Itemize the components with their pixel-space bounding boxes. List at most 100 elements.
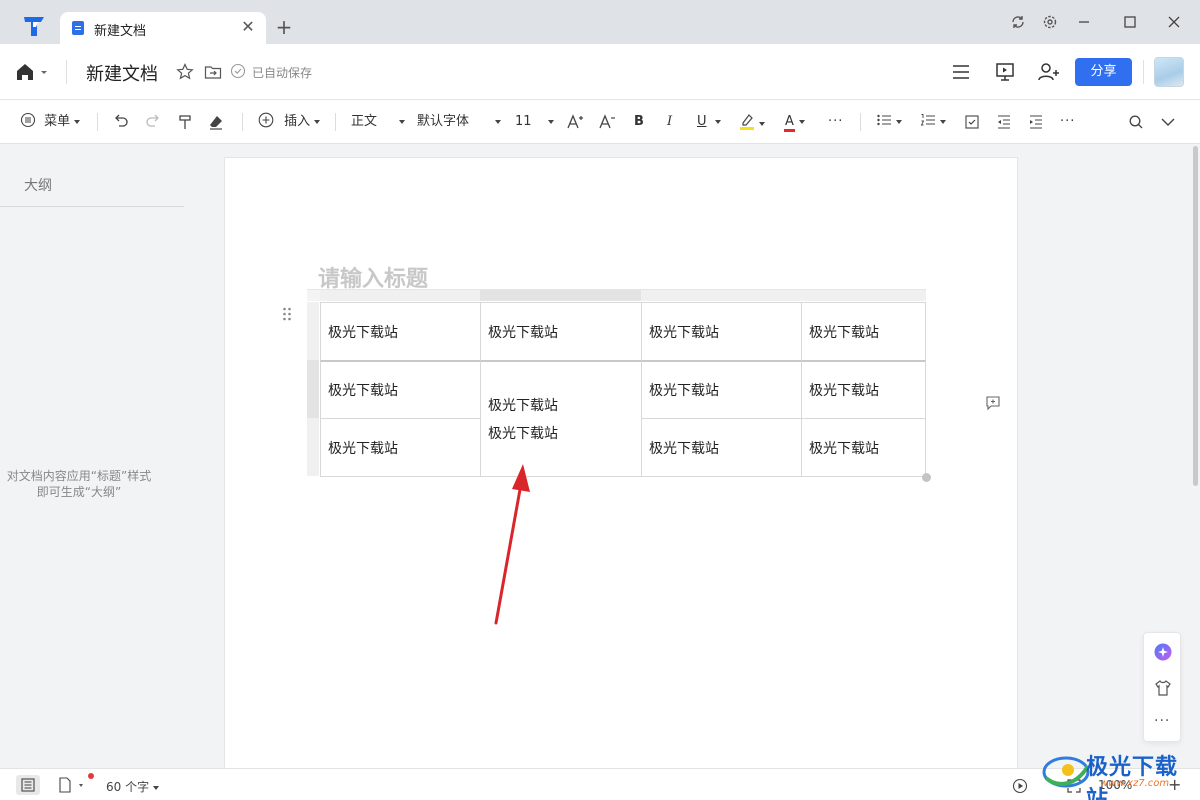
table-row-selector[interactable] — [307, 418, 319, 476]
table-cell[interactable]: 极光下载站 — [641, 418, 802, 477]
cell-text: 极光下载站 — [809, 383, 879, 399]
table-row-selector[interactable] — [307, 302, 319, 360]
table-cell[interactable]: 极光下载站 — [320, 418, 481, 477]
table-cell[interactable]: 极光下载站 — [801, 360, 926, 419]
outline-menu-icon[interactable] — [950, 61, 972, 83]
underline-button[interactable]: U — [697, 112, 721, 132]
table-resize-handle[interactable] — [922, 473, 931, 482]
drag-handle-icon[interactable] — [281, 306, 293, 322]
cell-text: 极光下载站 — [649, 325, 719, 341]
numbered-list-button[interactable] — [920, 112, 946, 132]
bold-button[interactable]: B — [634, 112, 644, 132]
more-format-button[interactable]: ··· — [828, 112, 843, 132]
word-count-value: 60 个字 — [106, 780, 150, 794]
increase-indent-icon[interactable] — [1028, 112, 1044, 132]
document-title[interactable]: 新建文档 — [86, 60, 158, 86]
cell-text: 极光下载站 — [328, 383, 398, 399]
sync-icon[interactable] — [1008, 12, 1028, 32]
title-bar: 新建文档 ✕ + — [0, 0, 1200, 44]
format-painter-icon[interactable] — [176, 112, 194, 132]
tab-close-icon[interactable]: ✕ — [238, 17, 258, 37]
font-size-select[interactable]: 11 — [515, 112, 554, 132]
paragraph-style-select[interactable]: 正文 — [351, 112, 406, 132]
settings-gear-icon[interactable] — [1040, 12, 1060, 32]
table-cell[interactable]: 极光下载站 — [480, 302, 642, 361]
table-cell[interactable]: 极光下载站 — [641, 360, 802, 419]
outline-title: 大纲 — [24, 178, 52, 194]
more-tools-button[interactable]: ··· — [1154, 713, 1170, 729]
table-column-selector[interactable] — [320, 289, 480, 301]
undo-icon[interactable] — [112, 112, 130, 132]
divider — [335, 113, 336, 131]
menu-button[interactable]: 菜单 — [20, 112, 81, 132]
scrollbar[interactable] — [1193, 146, 1198, 486]
table-column-selector[interactable] — [641, 289, 801, 301]
highlight-color-button[interactable] — [739, 112, 765, 132]
font-color-button[interactable]: A — [784, 112, 805, 132]
maximize-icon[interactable] — [1120, 12, 1140, 32]
document-icon — [72, 21, 84, 35]
clear-format-eraser-icon[interactable] — [207, 112, 225, 132]
cell-text: 极光下载站 — [328, 441, 398, 457]
window-close-icon[interactable] — [1164, 12, 1184, 32]
tab-document[interactable]: 新建文档 ✕ — [60, 12, 266, 44]
move-to-folder-icon[interactable] — [203, 62, 223, 82]
table-cell[interactable]: 极光下载站 — [801, 302, 926, 361]
cell-text: 极光下载站 — [488, 426, 558, 442]
divider — [860, 113, 861, 131]
watermark-text: 极光下载站 — [1086, 755, 1179, 800]
theme-shirt-icon[interactable] — [1153, 678, 1173, 698]
add-collaborator-icon[interactable] — [1037, 61, 1061, 83]
insert-button[interactable]: 插入 — [258, 112, 321, 132]
font-family-value: 默认字体 — [417, 114, 470, 129]
highlighter-icon — [740, 114, 754, 130]
cell-text: 极光下载站 — [809, 325, 879, 341]
bullet-list-button[interactable] — [876, 112, 902, 132]
paragraph-style-value: 正文 — [351, 114, 378, 129]
redo-icon[interactable] — [144, 112, 162, 132]
presentation-icon[interactable] — [994, 61, 1016, 83]
chevron-down-icon[interactable] — [1159, 112, 1177, 132]
home-icon — [17, 64, 47, 80]
outline-toggle-icon[interactable] — [16, 775, 40, 795]
outline-hint: 对文档内容应用“标题”样式 即可生成“大纲” — [0, 468, 158, 500]
table-cell[interactable]: 极光下载站 — [801, 418, 926, 477]
page-icon — [59, 777, 83, 793]
floating-tool-panel: ··· — [1143, 632, 1181, 742]
increase-font-size-icon[interactable] — [566, 112, 584, 132]
avatar[interactable] — [1154, 57, 1184, 87]
decrease-indent-icon[interactable] — [996, 112, 1012, 132]
cell-text: 极光下载站 — [649, 441, 719, 457]
search-icon[interactable] — [1127, 112, 1145, 132]
star-icon[interactable] — [175, 62, 195, 82]
page-view-button[interactable] — [58, 773, 94, 793]
outline-hint-line-1: 对文档内容应用“标题”样式 — [6, 469, 152, 483]
new-tab-button[interactable]: + — [274, 17, 294, 37]
play-slideshow-icon[interactable] — [1012, 778, 1028, 794]
numbered-list-icon — [920, 114, 935, 126]
more-paragraph-button[interactable]: ··· — [1060, 112, 1075, 132]
decrease-font-size-icon[interactable] — [598, 112, 616, 132]
table-row-selector[interactable] — [307, 360, 319, 418]
autosave-status: 已自动保存 — [252, 66, 313, 80]
add-comment-icon[interactable] — [985, 395, 1001, 411]
watermark-url: www.xz7.com — [1100, 778, 1170, 789]
table-cell[interactable]: 极光下载站 — [641, 302, 802, 361]
cell-text: 极光下载站 — [488, 325, 558, 341]
font-family-select[interactable]: 默认字体 — [417, 112, 502, 132]
italic-button[interactable]: I — [667, 112, 672, 132]
table-cell[interactable]: 极光下载站 — [320, 360, 481, 419]
table-column-selector[interactable] — [480, 289, 641, 301]
word-count[interactable]: 60 个字 — [106, 778, 160, 795]
table-cell-merged[interactable]: 极光下载站 极光下载站 — [480, 360, 642, 477]
table-cell[interactable]: 极光下载站 — [320, 302, 481, 361]
home-button[interactable] — [14, 60, 54, 84]
ai-assistant-icon[interactable] — [1153, 642, 1173, 662]
task-list-checkbox-icon[interactable] — [964, 112, 980, 132]
table-column-selector[interactable] — [801, 289, 926, 301]
table-corner-selector[interactable] — [307, 289, 320, 301]
font-size-value: 11 — [515, 114, 532, 129]
share-button[interactable]: 分享 — [1075, 58, 1132, 86]
minimize-icon[interactable] — [1074, 12, 1094, 32]
divider — [0, 206, 184, 207]
